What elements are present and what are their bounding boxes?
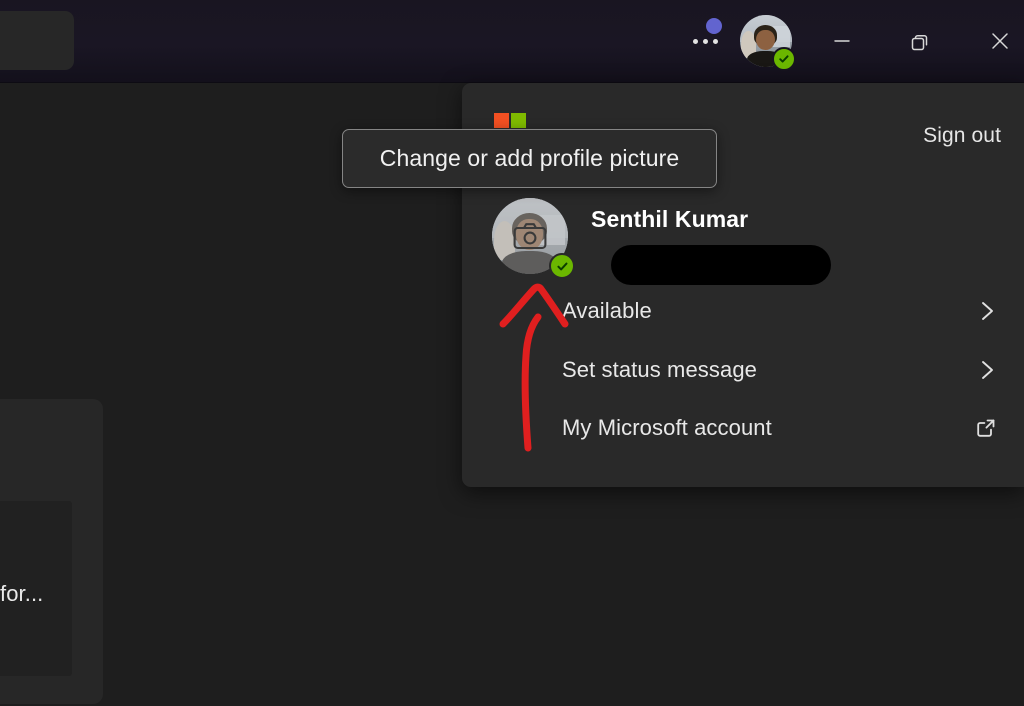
profile-presence-available-icon <box>549 253 575 279</box>
menu-item-label: My Microsoft account <box>562 415 772 440</box>
menu-item-availability[interactable]: Available <box>562 284 1006 338</box>
close-button[interactable] <box>977 16 1023 66</box>
presence-available-icon <box>772 47 796 71</box>
more-dot <box>712 38 718 44</box>
title-bar-background <box>0 0 1024 82</box>
restore-button[interactable] <box>897 16 943 66</box>
menu-item-set-status-message[interactable]: Set status message <box>562 343 1006 397</box>
restore-icon <box>911 35 928 51</box>
chevron-right-icon <box>976 297 1006 325</box>
tooltip-text: Change or add profile picture <box>379 145 680 171</box>
more-dot <box>702 38 708 44</box>
background-card-text: for... <box>0 581 44 606</box>
minimize-button[interactable] <box>819 16 865 66</box>
profile-email-redacted <box>611 245 831 285</box>
profile-name: Senthil Kumar <box>591 206 749 232</box>
profile-row: Senthil Kumar <box>492 196 1002 288</box>
notification-badge-icon <box>706 18 722 34</box>
title-bar-left-card <box>0 11 74 70</box>
menu-item-label: Available <box>562 298 652 323</box>
menu-item-label: Set status message <box>562 357 758 382</box>
close-icon <box>992 33 1008 49</box>
chevron-right-icon <box>976 356 1006 384</box>
minimize-icon <box>834 40 850 42</box>
more-dot <box>692 38 698 44</box>
menu-item-my-microsoft-account[interactable]: My Microsoft account <box>562 401 1006 455</box>
camera-icon <box>513 223 547 250</box>
title-bar <box>0 0 1024 83</box>
open-in-new-icon <box>974 416 1006 440</box>
tooltip: Change or add profile picture <box>342 129 717 188</box>
sign-out-button[interactable]: Sign out <box>917 120 1007 152</box>
